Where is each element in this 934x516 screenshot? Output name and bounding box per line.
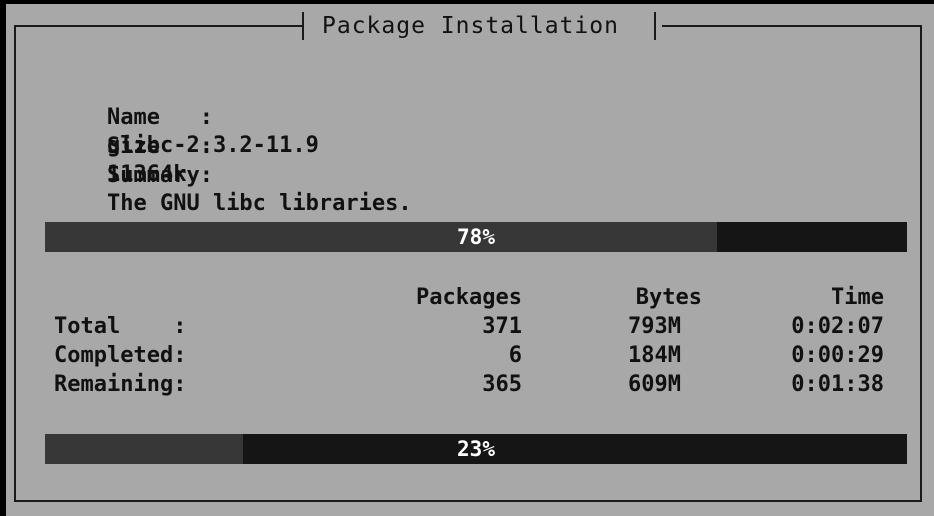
stats-completed-bytes: 184M xyxy=(628,343,681,368)
stats-remaining-packages: 365 xyxy=(482,372,522,397)
overall-progress-label: 23% xyxy=(457,437,495,461)
package-progress-bar: 78% xyxy=(45,222,907,252)
stats-remaining-bytes: 609M xyxy=(628,372,681,397)
package-summary-label: Summary: xyxy=(106,163,213,188)
header-bytes: Bytes xyxy=(635,285,702,310)
stats-label-completed: Completed: xyxy=(54,343,187,368)
overall-progress-bar: 23% xyxy=(45,434,907,464)
header-packages: Packages xyxy=(416,285,522,310)
stats-total-time: 0:02:07 xyxy=(791,314,884,339)
stats-remaining-time: 0:01:38 xyxy=(791,372,884,397)
installation-window: Package Installation Name : glibc-2.3.2-… xyxy=(6,4,934,516)
stats-completed-packages: 6 xyxy=(508,343,522,368)
stats-total-packages: 371 xyxy=(482,314,522,339)
stats-total-bytes: 793M xyxy=(628,314,681,339)
header-time: Time xyxy=(831,285,884,310)
package-progress-label: 78% xyxy=(457,225,495,249)
window-title: Package Installation xyxy=(322,13,619,39)
stats-label-total: Total : xyxy=(54,314,187,339)
stats-completed-time: 0:00:29 xyxy=(791,343,884,368)
package-summary-value: The GNU libc libraries. xyxy=(106,191,412,216)
title-right-tick xyxy=(654,12,656,40)
stats-label-remaining: Remaining: xyxy=(54,372,187,397)
title-left-tick xyxy=(302,12,304,40)
